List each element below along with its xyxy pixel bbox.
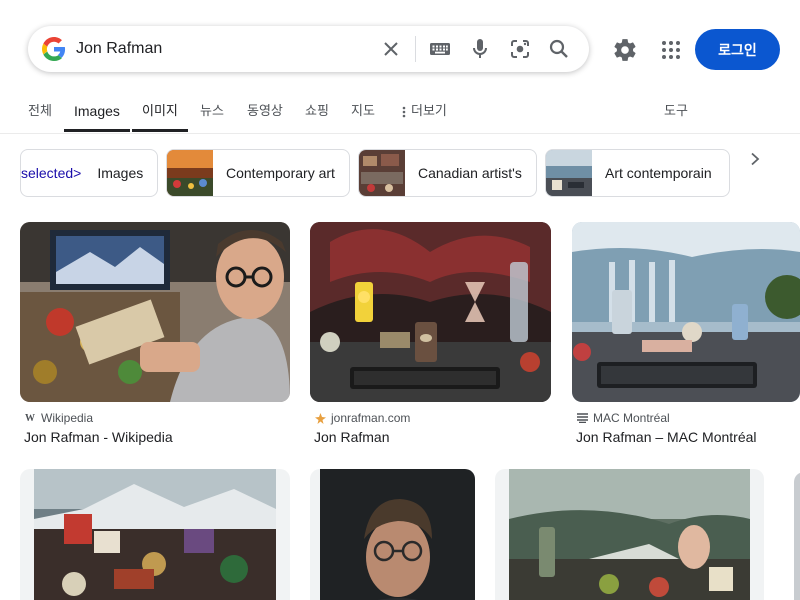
chip-label: Canadian artist's xyxy=(418,165,522,181)
image-result[interactable]: MAC Montréal Jon Rafman – MAC Montréal xyxy=(572,222,800,452)
lens-camera-icon[interactable] xyxy=(508,37,532,61)
result-image[interactable] xyxy=(509,469,750,600)
result-source: MAC Montréal xyxy=(576,411,670,425)
result-image[interactable] xyxy=(20,222,290,402)
google-g-logo xyxy=(42,37,66,61)
result-title[interactable]: Jon Rafman xyxy=(314,429,389,445)
chip-thumbnail xyxy=(359,150,405,196)
image-result[interactable] xyxy=(495,469,764,600)
result-image[interactable] xyxy=(320,469,475,600)
chevron-right-icon[interactable] xyxy=(742,146,768,172)
result-image[interactable] xyxy=(34,469,276,600)
site-favicon-icon xyxy=(314,412,326,424)
tab-videos[interactable]: 동영상 xyxy=(247,92,283,132)
result-title[interactable]: Jon Rafman - Wikipedia xyxy=(24,429,173,445)
chip-canadian-artists[interactable]: Canadian artist's xyxy=(358,149,537,197)
close-icon[interactable] xyxy=(379,37,403,61)
chip-thumbnail xyxy=(546,150,592,196)
more-vert-icon xyxy=(402,106,406,117)
search-tabs: 전체 Images 이미지 뉴스 동영상 쇼핑 지도 더보기 도구 xyxy=(0,92,800,134)
result-source: jonrafman.com xyxy=(314,411,410,425)
chip-label: Art contemporain xyxy=(605,165,712,181)
image-result[interactable] xyxy=(310,469,475,600)
chip-images[interactable]: selected> Images xyxy=(20,149,158,197)
chip-selected-prefix: selected> xyxy=(21,165,82,181)
source-name: Wikipedia xyxy=(41,411,94,425)
result-image[interactable] xyxy=(572,222,800,402)
search-input[interactable] xyxy=(76,26,366,72)
microphone-icon[interactable] xyxy=(468,37,492,61)
image-result[interactable]: W Wikipedia Jon Rafman - Wikipedia xyxy=(20,222,290,452)
keyboard-icon[interactable] xyxy=(428,37,452,61)
image-result[interactable]: jonrafman.com Jon Rafman xyxy=(310,222,551,452)
chip-label: Contemporary art xyxy=(226,165,335,181)
tab-tools[interactable]: 도구 xyxy=(664,92,688,132)
tab-images-ko-underline xyxy=(132,129,188,132)
search-icon[interactable] xyxy=(547,37,571,61)
result-image[interactable] xyxy=(310,222,551,402)
tab-shopping[interactable]: 쇼핑 xyxy=(305,92,329,132)
result-source: W Wikipedia xyxy=(24,411,93,425)
search-divider xyxy=(415,36,416,62)
tab-more-label: 더보기 xyxy=(411,103,447,118)
tab-images[interactable]: Images xyxy=(74,92,120,132)
search-bar[interactable] xyxy=(28,26,589,72)
google-images-page: 로그인 전체 Images 이미지 뉴스 동영상 쇼핑 지도 더보기 도구 se… xyxy=(0,0,800,600)
wikipedia-icon: W xyxy=(25,412,35,424)
image-result-partial[interactable] xyxy=(794,472,800,600)
chip-label: Images xyxy=(97,165,144,181)
chip-thumbnail xyxy=(167,150,213,196)
tab-news[interactable]: 뉴스 xyxy=(200,92,224,132)
tab-images-underline xyxy=(64,129,130,132)
apps-grid-icon[interactable] xyxy=(659,38,683,62)
tab-images-ko[interactable]: 이미지 xyxy=(142,92,178,132)
chip-contemporary-art[interactable]: Contemporary art xyxy=(166,149,350,197)
site-favicon-icon xyxy=(576,412,588,424)
gear-icon[interactable] xyxy=(612,37,638,63)
tab-more[interactable]: 더보기 xyxy=(402,92,447,132)
tab-all[interactable]: 전체 xyxy=(28,92,52,132)
chip-art-contemporain[interactable]: Art contemporain xyxy=(545,149,730,197)
result-title[interactable]: Jon Rafman – MAC Montréal xyxy=(576,429,757,445)
source-name: MAC Montréal xyxy=(593,411,670,425)
image-result[interactable] xyxy=(20,469,290,600)
login-button[interactable]: 로그인 xyxy=(695,29,780,70)
source-name: jonrafman.com xyxy=(331,411,411,425)
tab-maps[interactable]: 지도 xyxy=(351,92,375,132)
